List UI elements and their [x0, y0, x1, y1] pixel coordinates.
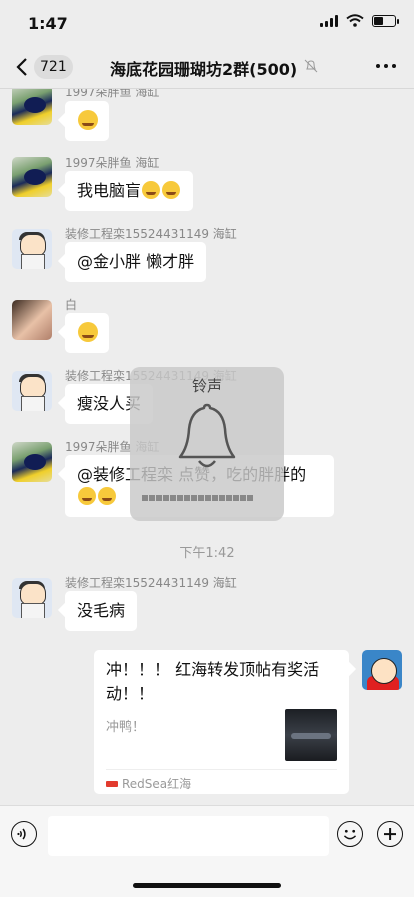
divider: [106, 769, 337, 770]
sender-name: 白: [65, 298, 78, 312]
grin-emoji-icon: [142, 181, 161, 199]
volume-level-segment: [212, 495, 218, 501]
volume-level-segment: [198, 495, 204, 501]
sender-name: 1997朵胖鱼 海缸: [65, 156, 160, 170]
laughing-tears-emoji-icon: [78, 110, 98, 130]
link-card-thumbnail: [285, 709, 337, 761]
message-bubble[interactable]: [65, 313, 109, 353]
message-text: 我电脑盲: [77, 181, 142, 200]
volume-level-segment: [226, 495, 232, 501]
volume-level-segment: [205, 495, 211, 501]
laughing-tears-emoji-icon: [98, 487, 116, 505]
avatar[interactable]: [12, 578, 52, 618]
link-card-title: 冲！！！ 红海转发顶帖有奖活动！！: [106, 660, 320, 703]
own-avatar[interactable]: [362, 650, 402, 690]
home-indicator[interactable]: [133, 883, 281, 888]
avatar[interactable]: [12, 229, 52, 269]
cellular-signal-icon: [320, 14, 338, 27]
sender-name: 装修工程栾15524431149 海缸: [65, 227, 237, 241]
avatar[interactable]: [12, 89, 52, 125]
link-card-source: RedSea红海: [106, 775, 191, 792]
volume-level-segment: [219, 495, 225, 501]
laughing-tears-emoji-icon: [162, 181, 181, 199]
message-text: @金小胖 懒才胖: [77, 252, 195, 271]
chat-header: 721 海底花园珊瑚坊2群(500): [0, 46, 414, 89]
volume-level-segment: [191, 495, 197, 501]
volume-level-segment: [149, 495, 155, 501]
message-bubble[interactable]: [65, 101, 109, 141]
avatar[interactable]: [12, 371, 52, 411]
time-divider: 下午1:42: [179, 546, 235, 561]
volume-level-segment: [142, 495, 148, 501]
sender-name: 1997朵胖鱼 海缸: [65, 89, 160, 99]
volume-level-bar: [142, 495, 253, 501]
message-bubble[interactable]: 我电脑盲: [65, 171, 194, 211]
add-more-icon[interactable]: [377, 821, 403, 847]
tongue-out-emoji-icon: [78, 322, 98, 342]
back-chevron-icon[interactable]: [12, 56, 34, 78]
redsea-logo-icon: [106, 780, 118, 787]
volume-level-segment: [156, 495, 162, 501]
chat-title: 海底花园珊瑚坊2群(500): [110, 60, 298, 79]
overlay-title: 铃声: [191, 377, 222, 395]
volume-level-segment: [240, 495, 246, 501]
message-bubble[interactable]: @金小胖 懒才胖: [65, 242, 207, 282]
unread-count-badge[interactable]: 721: [34, 55, 73, 79]
status-time: 1:47: [28, 14, 68, 33]
status-bar: 1:47: [0, 0, 414, 46]
volume-level-segment: [163, 495, 169, 501]
volume-level-segment: [177, 495, 183, 501]
voice-input-icon[interactable]: [11, 821, 37, 847]
link-card-description: 冲鸭！: [106, 720, 146, 735]
message-bubble[interactable]: 没毛病: [65, 591, 138, 631]
avatar[interactable]: [12, 300, 52, 340]
ringtone-volume-overlay: 铃声: [130, 367, 284, 521]
volume-level-segment: [184, 495, 190, 501]
wifi-icon: [346, 14, 364, 27]
sender-name: 装修工程栾15524431149 海缸: [65, 576, 237, 590]
more-options-icon[interactable]: [376, 64, 396, 68]
volume-level-segment: [247, 495, 253, 501]
status-icons: [320, 14, 399, 27]
message-text: 没毛病: [77, 601, 126, 620]
avatar[interactable]: [12, 442, 52, 482]
bell-icon: [178, 403, 236, 468]
link-card-source-name: RedSea红海: [122, 777, 192, 791]
emoji-picker-icon[interactable]: [337, 821, 363, 847]
input-bar: [0, 805, 414, 897]
message-input[interactable]: [48, 816, 329, 856]
link-card[interactable]: 冲！！！ 红海转发顶帖有奖活动！！ 冲鸭！ RedSea红海: [94, 650, 349, 794]
avatar[interactable]: [12, 157, 52, 197]
volume-level-segment: [233, 495, 239, 501]
volume-level-segment: [170, 495, 176, 501]
grin-emoji-icon: [78, 487, 96, 505]
mute-bell-icon: [304, 59, 318, 73]
battery-icon: [372, 14, 399, 27]
